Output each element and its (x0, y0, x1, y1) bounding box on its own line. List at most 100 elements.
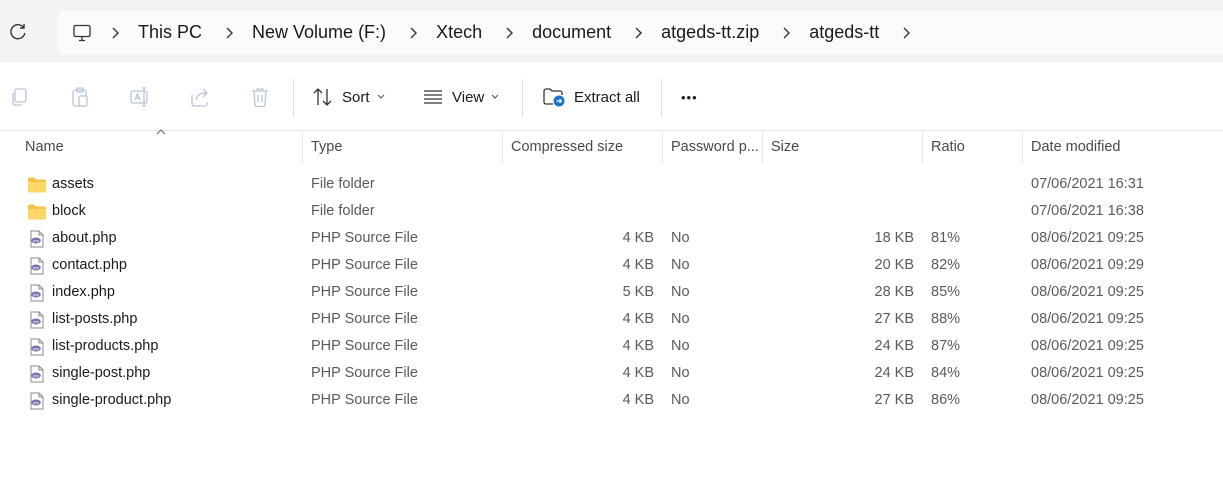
view-button[interactable]: View (422, 83, 507, 111)
sort-button[interactable]: Sort (312, 83, 393, 111)
file-type: PHP Source File (311, 284, 418, 300)
file-row[interactable]: php about.php PHP Source File 4 KB No 18 KB 81… (0, 225, 1223, 252)
folder-icon (28, 204, 46, 220)
file-row[interactable]: php single-post.php PHP Source File 4 KB No 2… (0, 360, 1223, 387)
column-separator[interactable] (502, 131, 503, 163)
column-separator[interactable] (922, 131, 923, 163)
chevron-right-icon[interactable] (408, 26, 418, 40)
file-date-modified: 08/06/2021 09:25 (1031, 392, 1144, 408)
toolbar-divider (661, 79, 662, 117)
file-row[interactable]: php list-products.php PHP Source File 4 KB N… (0, 333, 1223, 360)
file-name: block (52, 203, 86, 219)
php-file-icon: php (30, 338, 44, 356)
extract-icon (543, 88, 565, 107)
column-ratio[interactable]: Ratio (931, 139, 965, 155)
file-name: list-posts.php (52, 311, 138, 327)
column-separator[interactable] (762, 131, 763, 163)
address-bar-row: This PC New Volume (F:) Xtech document a… (0, 0, 1223, 62)
file-date-modified: 08/06/2021 09:25 (1031, 230, 1144, 246)
delete-icon[interactable] (248, 85, 272, 109)
breadcrumb-this-pc[interactable]: This PC (138, 22, 202, 43)
file-ratio: 84% (931, 365, 961, 381)
share-icon[interactable] (188, 85, 212, 109)
chevron-right-icon[interactable] (781, 26, 791, 40)
chevron-right-icon[interactable] (504, 26, 514, 40)
file-compressed-size: 4 KB (622, 365, 654, 381)
file-row[interactable]: php single-product.php PHP Source File 4 KB… (0, 387, 1223, 414)
file-type: File folder (311, 176, 375, 192)
rename-icon[interactable] (128, 85, 152, 109)
file-name: list-products.php (52, 338, 159, 354)
column-compressed-size[interactable]: Compressed size (511, 139, 623, 155)
chevron-right-icon[interactable] (901, 26, 911, 40)
extract-all-label: Extract all (574, 88, 640, 106)
file-compressed-size: 4 KB (622, 230, 654, 246)
file-type: PHP Source File (311, 338, 418, 354)
file-ratio: 88% (931, 311, 961, 327)
file-compressed-size: 4 KB (622, 392, 654, 408)
chevron-right-icon[interactable] (110, 26, 120, 40)
breadcrumb-document[interactable]: document (532, 22, 611, 43)
column-password[interactable]: Password p... (671, 139, 759, 155)
file-type: PHP Source File (311, 311, 418, 327)
svg-text:php: php (33, 293, 39, 297)
toolbar-divider (522, 79, 523, 117)
column-type[interactable]: Type (311, 139, 342, 155)
file-password-protected: No (671, 365, 690, 381)
file-name: index.php (52, 284, 115, 300)
file-name: assets (52, 176, 94, 192)
file-compressed-size: 4 KB (622, 257, 654, 273)
chevron-right-icon[interactable] (633, 26, 643, 40)
breadcrumb-xtech[interactable]: Xtech (436, 22, 482, 43)
more-options-button[interactable]: ••• (681, 83, 698, 111)
svg-text:php: php (33, 266, 39, 270)
column-name[interactable]: Name (25, 139, 64, 155)
copy-icon[interactable] (8, 85, 32, 109)
file-password-protected: No (671, 338, 690, 354)
file-row[interactable]: php contact.php PHP Source File 4 KB No 20 KB… (0, 252, 1223, 279)
file-type: PHP Source File (311, 365, 418, 381)
svg-text:php: php (33, 401, 39, 405)
folder-row[interactable]: block File folder 07/06/2021 16:38 (0, 198, 1223, 225)
file-name: about.php (52, 230, 117, 246)
folder-row[interactable]: assets File folder 07/06/2021 16:31 (0, 171, 1223, 198)
view-icon (424, 90, 442, 104)
paste-icon[interactable] (68, 85, 92, 109)
refresh-icon[interactable] (8, 22, 28, 42)
file-compressed-size: 4 KB (622, 311, 654, 327)
file-ratio: 86% (931, 392, 961, 408)
file-ratio: 85% (931, 284, 961, 300)
column-header: Name Type Compressed size Password p... … (0, 131, 1223, 163)
chevron-down-icon (377, 94, 384, 99)
php-file-icon: php (30, 284, 44, 302)
file-type: PHP Source File (311, 230, 418, 246)
file-name: single-product.php (52, 392, 172, 408)
breadcrumb-new-volume[interactable]: New Volume (F:) (252, 22, 386, 43)
column-separator[interactable] (302, 131, 303, 163)
sort-label: Sort (342, 88, 370, 106)
file-size: 18 KB (874, 230, 915, 246)
breadcrumb-zip[interactable]: atgeds-tt.zip (661, 22, 759, 43)
column-separator[interactable] (1022, 131, 1023, 163)
file-date-modified: 07/06/2021 16:31 (1031, 176, 1144, 192)
extract-all-button[interactable]: Extract all (542, 83, 640, 111)
file-name: contact.php (52, 257, 127, 273)
svg-text:php: php (33, 239, 39, 243)
php-file-icon: php (30, 257, 44, 275)
file-row[interactable]: php list-posts.php PHP Source File 4 KB No 27… (0, 306, 1223, 333)
breadcrumb-current-folder[interactable]: atgeds-tt (809, 22, 879, 43)
column-separator[interactable] (662, 131, 663, 163)
this-pc-icon[interactable] (72, 23, 92, 43)
php-file-icon: php (30, 365, 44, 383)
chevron-right-icon[interactable] (224, 26, 234, 40)
folder-icon (28, 177, 46, 193)
breadcrumb[interactable]: This PC New Volume (F:) Xtech document a… (72, 11, 929, 54)
file-compressed-size: 4 KB (622, 338, 654, 354)
file-password-protected: No (671, 257, 690, 273)
file-row[interactable]: php index.php PHP Source File 5 KB No 28 KB 85… (0, 279, 1223, 306)
file-size: 20 KB (874, 257, 915, 273)
php-file-icon: php (30, 230, 44, 248)
column-date-modified[interactable]: Date modified (1031, 139, 1120, 155)
column-size[interactable]: Size (771, 139, 799, 155)
view-label: View (452, 88, 485, 106)
